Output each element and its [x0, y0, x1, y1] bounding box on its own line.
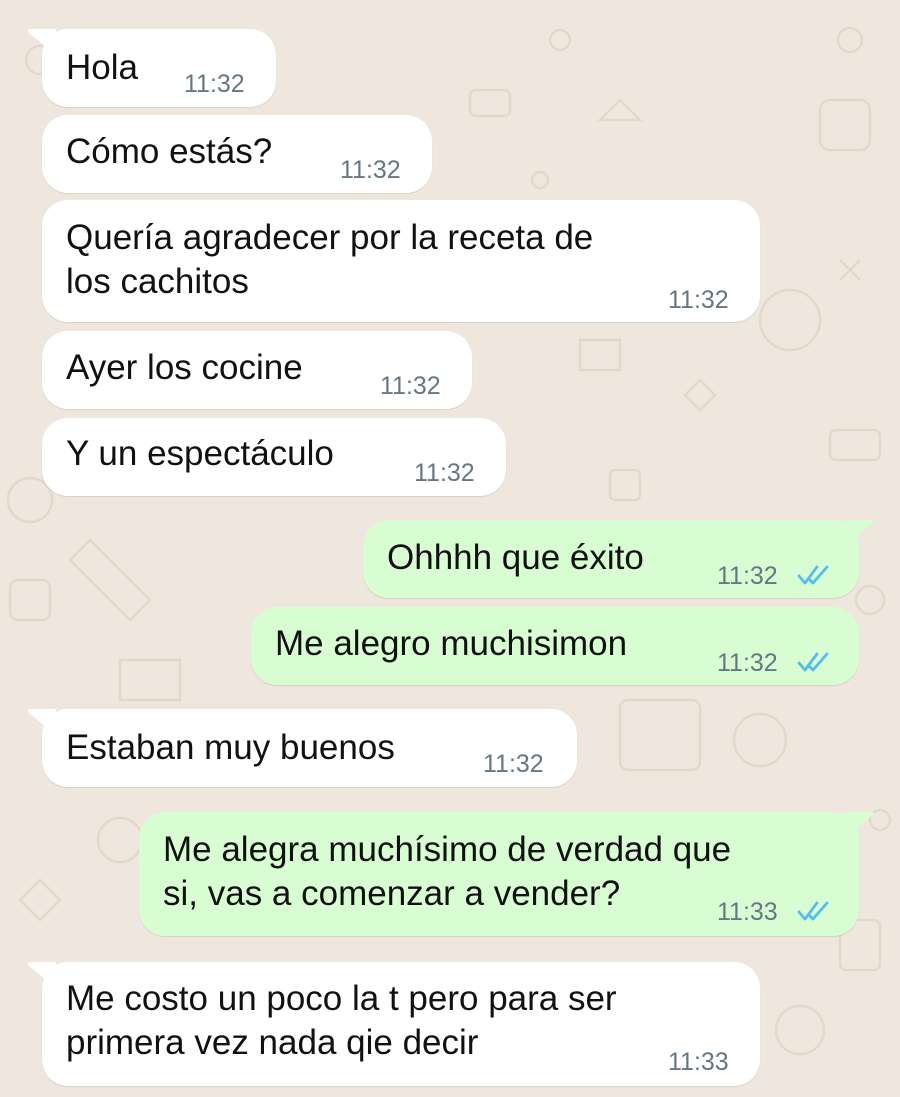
- read-ticks-icon: [797, 901, 829, 921]
- message-bubble[interactable]: Ohhhh que éxito 11:32: [363, 520, 874, 598]
- read-ticks-icon: [797, 652, 829, 672]
- bubble-tail: [845, 520, 874, 546]
- message-bubble[interactable]: Me alegro muchisimon 11:32: [251, 607, 859, 685]
- message-text: Y un espectáculo: [66, 434, 334, 473]
- message-bubble[interactable]: Cómo estás? 11:32: [42, 115, 432, 193]
- message-text: Ayer los cocine: [66, 348, 303, 387]
- chat-thread: Hola 11:32 Cómo estás? 11:32 Quería agra…: [0, 0, 900, 1097]
- message-time: 11:32: [414, 459, 475, 487]
- message-time: 11:32: [380, 372, 441, 400]
- bubble-tail: [845, 812, 874, 838]
- message-text: Quería agradecer por la receta de los ca…: [66, 218, 594, 301]
- message-time: 11:33: [668, 1048, 729, 1076]
- message-text: Me alegro muchisimon: [275, 624, 628, 663]
- message-time: 11:33: [717, 898, 778, 926]
- message-time: 11:32: [717, 649, 778, 677]
- message-bubble[interactable]: Hola 11:32: [27, 29, 276, 107]
- bubble-tail: [27, 709, 56, 735]
- message-text: Me alegra muchísimo de verdad que si, va…: [163, 830, 732, 913]
- bubble-tail: [27, 962, 56, 988]
- message-bubble[interactable]: Ayer los cocine 11:32: [42, 331, 472, 409]
- message-bubble[interactable]: Me alegra muchísimo de verdad que si, va…: [139, 812, 874, 936]
- bubble-tail: [27, 29, 56, 55]
- message-time: 11:32: [483, 750, 544, 778]
- message-text: Me costo un poco la t pero para ser prim…: [66, 979, 617, 1062]
- message-bubble[interactable]: Me costo un poco la t pero para ser prim…: [27, 962, 760, 1086]
- message-time: 11:32: [184, 70, 245, 98]
- message-time: 11:32: [668, 286, 729, 314]
- message-text: Hola: [66, 48, 138, 87]
- read-ticks-icon: [797, 565, 829, 585]
- message-bubble[interactable]: Estaban muy buenos 11:32: [27, 709, 577, 787]
- message-text: Cómo estás?: [66, 132, 273, 171]
- message-text: Estaban muy buenos: [66, 728, 395, 767]
- message-time: 11:32: [717, 562, 778, 590]
- message-bubble[interactable]: Y un espectáculo 11:32: [42, 418, 506, 496]
- message-time: 11:32: [340, 156, 401, 184]
- message-text: Ohhhh que éxito: [387, 538, 644, 577]
- message-bubble[interactable]: Quería agradecer por la receta de los ca…: [42, 200, 760, 322]
